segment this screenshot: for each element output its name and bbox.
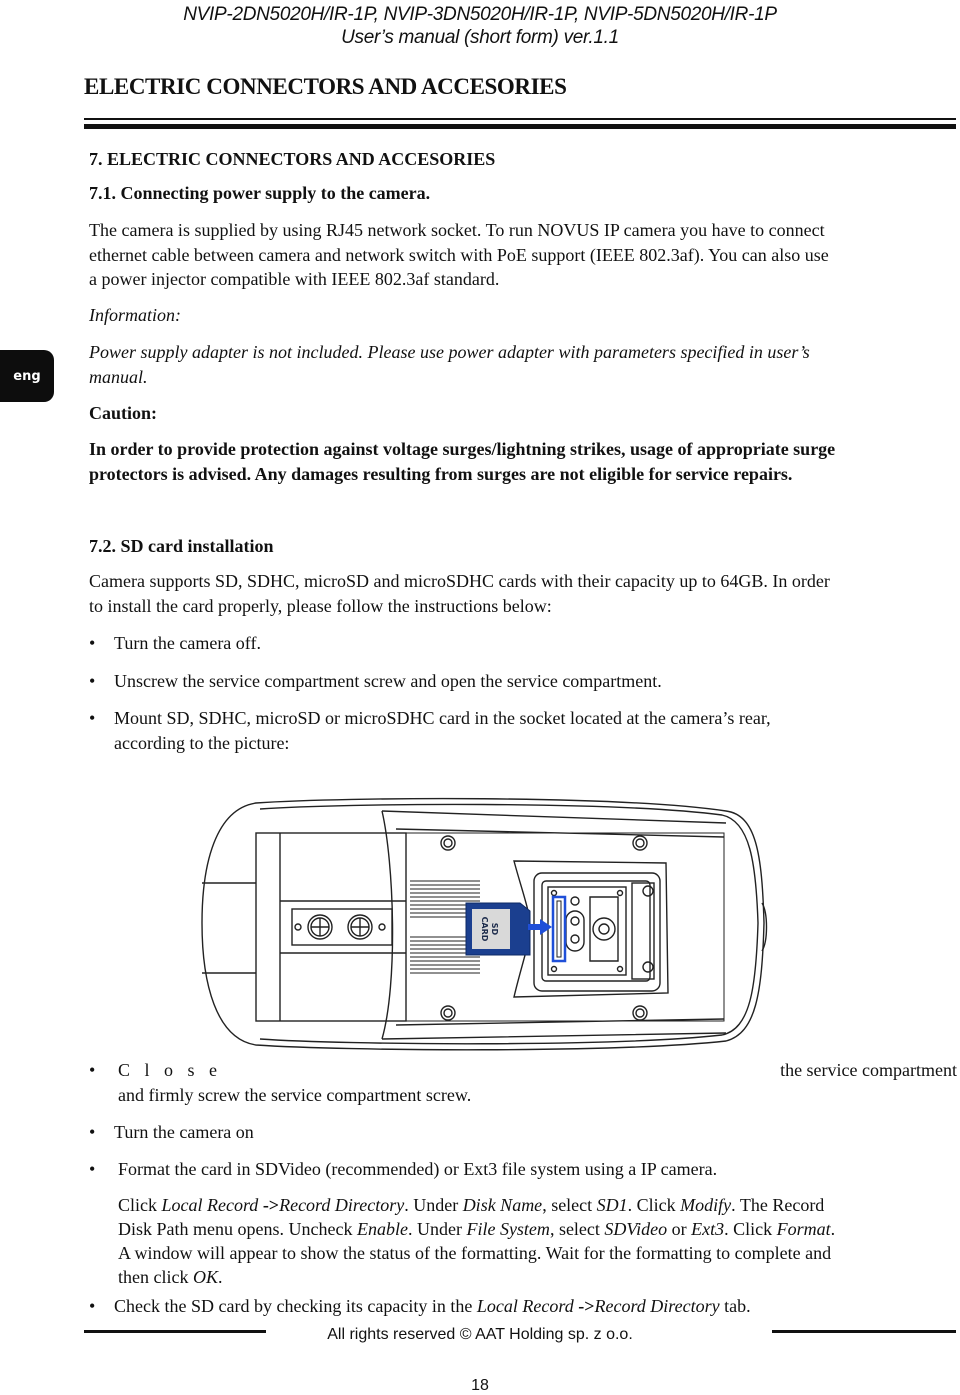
text-run: Format [776, 1219, 831, 1239]
text-run: Click [118, 1195, 162, 1215]
sd-paragraph-line: Camera supports SD, SDHC, microSD and mi… [89, 571, 830, 591]
information-text-line: Power supply adapter is not included. Pl… [89, 342, 810, 362]
text-run: , select [549, 1219, 605, 1239]
caution-text-line: protectors is advised. Any damages resul… [89, 463, 793, 484]
text-run: , select [542, 1195, 597, 1215]
sd-card-label-sd: SD [490, 923, 499, 936]
text-run: -> [262, 1195, 280, 1215]
page-number: 18 [471, 1377, 489, 1394]
text-run: tab. [719, 1296, 751, 1316]
section-7-2-title: 7.2. SD card installation [89, 536, 274, 556]
text-run: Record Directory [279, 1195, 405, 1215]
text-run: . Click [627, 1195, 681, 1215]
text-run: . The Record [731, 1195, 825, 1215]
text-run: . [218, 1267, 223, 1287]
format-line-4: then click OK. [118, 1265, 223, 1290]
sd-slot-highlight [551, 895, 567, 963]
bullet-icon: • [89, 671, 96, 691]
text-run: OK [192, 1267, 218, 1287]
text-run: Enable [356, 1219, 408, 1239]
text-run: SDVideo [604, 1219, 668, 1239]
footer-copyright: All rights reserved © AAT Holding sp. z … [327, 1326, 633, 1343]
caution-text-line: In order to provide protection against v… [89, 439, 836, 459]
text-run: Disk Name [462, 1195, 543, 1215]
section-7-1-title: 7.1. Connecting power supply to the came… [89, 183, 431, 203]
camera-rear-diagram: SD CARD [201, 797, 768, 1051]
power-paragraph-line: a power injector compatible with IEEE 80… [89, 269, 500, 289]
caution-label: Caution: [89, 403, 158, 423]
text-run: Local Record [161, 1195, 263, 1215]
bullet-icon: • [89, 1159, 96, 1179]
header-rule-thin [84, 118, 956, 120]
power-paragraph-line: The camera is supplied by using RJ45 net… [89, 220, 825, 240]
sd-paragraph-line: to install the card properly, please fol… [89, 595, 552, 616]
text-run: . Click [724, 1219, 777, 1239]
bullet-icon: • [89, 1296, 96, 1316]
format-line-3: A window will appear to show the status … [118, 1241, 831, 1266]
text-run: SD1 [596, 1195, 628, 1215]
text-run: . [830, 1219, 836, 1239]
text-run: Modify [680, 1195, 732, 1215]
chapter-title: ELECTRIC CONNECTORS AND ACCESORIES [84, 74, 567, 99]
bullet-icon: • [89, 1122, 96, 1142]
text-run: Record Directory [594, 1296, 720, 1316]
text-run: . Under [404, 1195, 463, 1215]
section-7-title: 7. ELECTRIC CONNECTORS AND ACCESORIES [89, 149, 496, 169]
text-run: or [667, 1219, 692, 1239]
text-run: . Under [407, 1219, 467, 1239]
language-tab[interactable]: eng [0, 350, 54, 402]
information-label: Information: [89, 305, 181, 325]
format-line-2: Disk Path menu opens. Uncheck Enable. Un… [118, 1217, 835, 1242]
text-run: Local Record [476, 1296, 579, 1316]
text-run: -> [578, 1296, 595, 1316]
sd-card-icon: SD CARD [465, 902, 531, 956]
power-paragraph-line: ethernet cable between camera and networ… [89, 244, 829, 265]
text-run: File System [466, 1219, 550, 1239]
bullet-icon: • [89, 1060, 96, 1080]
language-tab-label: eng [13, 368, 41, 384]
text-run: Check the SD card by checking its capaci… [114, 1296, 477, 1316]
bullet-icon: • [89, 708, 96, 728]
text-run: Ext3 [691, 1219, 725, 1239]
text-run: then click [118, 1267, 193, 1287]
header-rule-thick [84, 124, 956, 129]
sd-card-label-card: CARD [480, 917, 489, 942]
check-sd-step: Check the SD card by checking its capaci… [114, 1294, 957, 1319]
information-text-line: manual. [89, 366, 148, 387]
bullet-icon: • [89, 633, 96, 653]
header-manual-version: User’s manual (short form) ver.1.1 [341, 27, 619, 48]
text-run: Disk Path menu opens. Uncheck [118, 1219, 357, 1239]
text-run: A window will appear to show the status … [118, 1243, 832, 1263]
header-models: NVIP-2DN5020H/IR-1P, NVIP-3DN5020H/IR-1P… [183, 4, 777, 25]
format-line-1: Click Local Record ->Record Directory. U… [118, 1193, 824, 1218]
